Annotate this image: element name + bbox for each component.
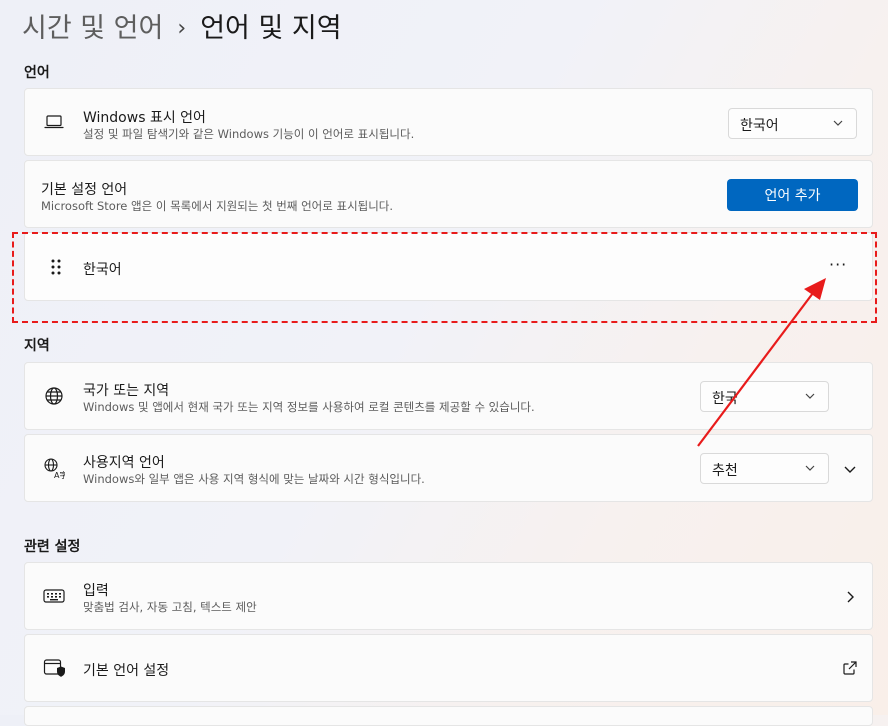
typing-title: 입력	[83, 583, 109, 599]
country-region-desc: Windows 및 앱에서 현재 국가 또는 지역 정보를 사용하여 로컬 콘텐…	[83, 400, 535, 414]
chevron-down-icon	[805, 393, 815, 399]
chevron-down-icon	[805, 465, 815, 471]
admin-language-icon	[43, 657, 65, 679]
section-title-language: 언어	[24, 65, 50, 81]
regional-format-dropdown[interactable]: 추천	[700, 453, 829, 484]
preferred-languages-desc: Microsoft Store 앱은 이 목록에서 지원되는 첫 번째 언어로 …	[41, 199, 394, 213]
preferred-languages-title: 기본 설정 언어	[41, 182, 128, 198]
regional-format-card[interactable]: A字 사용지역 언어 Windows와 일부 앱은 사용 지역 형식에 맞는 날…	[24, 434, 873, 502]
country-region-card: 국가 또는 지역 Windows 및 앱에서 현재 국가 또는 지역 정보를 사…	[24, 362, 873, 430]
laptop-icon	[43, 111, 65, 133]
regional-format-value: 추천	[712, 463, 738, 479]
breadcrumb: 시간 및 언어 › 언어 및 지역	[22, 6, 342, 45]
language-format-icon: A字	[43, 457, 65, 479]
preferred-languages-card: 기본 설정 언어 Microsoft Store 앱은 이 목록에서 지원되는 …	[24, 160, 873, 228]
svg-text:A字: A字	[54, 470, 65, 479]
display-language-dropdown[interactable]: 한국어	[728, 108, 857, 139]
keyboard-icon	[43, 585, 65, 607]
typing-desc: 맞춤법 검사, 자동 고침, 텍스트 제안	[83, 600, 257, 614]
page-title: 언어 및 지역	[200, 13, 342, 44]
section-title-related-settings: 관련 설정	[24, 539, 81, 555]
country-region-value: 한국	[712, 391, 738, 407]
display-language-value: 한국어	[740, 118, 779, 134]
section-title-region: 지역	[24, 338, 50, 354]
admin-language-title: 기본 언어 설정	[83, 663, 170, 679]
annotation-highlight-box	[12, 232, 877, 323]
add-language-button[interactable]: 언어 추가	[727, 179, 858, 211]
windows-display-language-title: Windows 표시 언어	[83, 110, 206, 126]
globe-icon	[43, 385, 65, 407]
typing-settings-link[interactable]: 입력 맞춤법 검사, 자동 고침, 텍스트 제안	[24, 562, 873, 630]
admin-language-settings-link[interactable]: 기본 언어 설정	[24, 634, 873, 702]
windows-display-language-card: Windows 표시 언어 설정 및 파일 탐색기와 같은 Windows 기능…	[24, 88, 873, 156]
windows-display-language-desc: 설정 및 파일 탐색기와 같은 Windows 기능이 이 언어로 표시됩니다.	[83, 127, 415, 141]
external-link-icon	[843, 661, 857, 675]
regional-format-desc: Windows와 일부 앱은 사용 지역 형식에 맞는 날짜와 시간 형식입니다…	[83, 472, 425, 486]
expand-chevron-icon[interactable]	[843, 462, 857, 476]
country-region-title: 국가 또는 지역	[83, 383, 170, 399]
partial-card	[24, 706, 873, 726]
chevron-down-icon	[833, 120, 843, 126]
breadcrumb-parent[interactable]: 시간 및 언어	[22, 13, 163, 44]
country-region-dropdown[interactable]: 한국	[700, 381, 829, 412]
breadcrumb-separator: ›	[177, 16, 187, 41]
regional-format-title: 사용지역 언어	[83, 455, 165, 471]
chevron-right-icon	[847, 591, 854, 603]
